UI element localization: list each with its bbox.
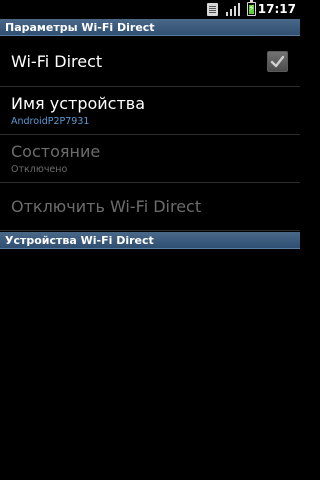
status-bar: ⚡ 17:17 [0, 0, 300, 19]
wifi-direct-checkbox[interactable] [267, 51, 288, 72]
status-label: Состояние [11, 142, 101, 161]
device-name-row[interactable]: Имя устройства AndroidP2P7931 [0, 87, 300, 135]
page-title: Параметры Wi-Fi Direct [0, 19, 300, 36]
status-value: Отключено [11, 164, 68, 175]
disconnect-label: Отключить Wi-Fi Direct [11, 197, 202, 216]
disconnect-row: Отключить Wi-Fi Direct [0, 183, 300, 231]
notification-icon [207, 3, 218, 16]
device-name-value: AndroidP2P7931 [11, 116, 90, 127]
checkmark-icon [270, 55, 285, 68]
signal-icon [226, 3, 240, 16]
status-row: Состояние Отключено [0, 135, 300, 183]
wifi-direct-toggle-row[interactable]: Wi-Fi Direct [0, 37, 300, 87]
wifi-direct-label: Wi-Fi Direct [11, 52, 103, 71]
battery-charging-icon: ⚡ [247, 0, 256, 16]
devices-section-header: Устройства Wi-Fi Direct [0, 232, 300, 249]
status-time: 17:17 [257, 2, 296, 16]
device-name-label: Имя устройства [11, 94, 146, 113]
